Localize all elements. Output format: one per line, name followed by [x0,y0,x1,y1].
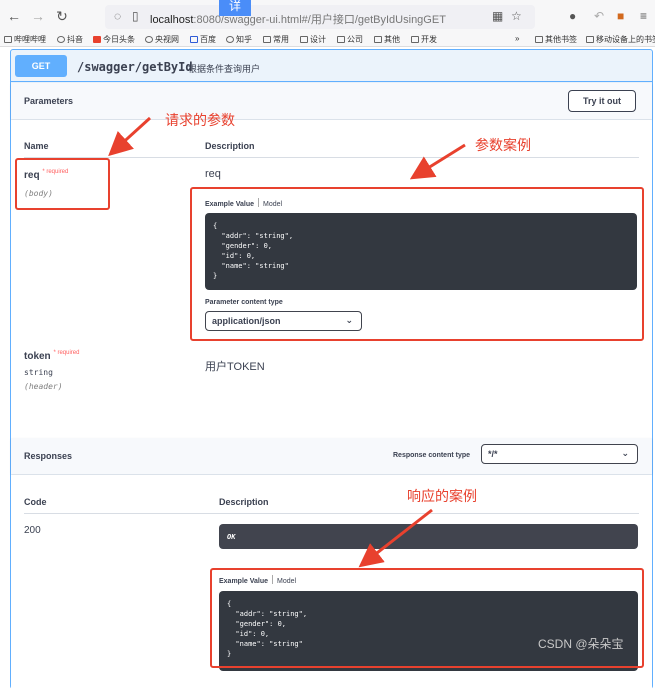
folder-icon [535,36,543,43]
response-example-highlight [210,568,644,668]
param-token-name: token * required [24,350,80,362]
chevron-down-icon: ⌄ [621,448,629,458]
bookmark-item[interactable]: 抖音 [57,34,83,45]
nav-bar: ← → ↻ ◌ ▯ localhost:8080/swagger-ui.html… [0,0,655,32]
required-marker: * required [53,350,80,356]
responses-title: Responses [24,451,73,461]
annotation-param-example: 参数案例 [475,137,531,153]
operation-summary[interactable]: GET /swagger/getById 根据条件查询用户 [11,50,652,82]
responses-header: Responses Response content type */* ⌄ [11,438,652,474]
folder-icon [374,36,382,43]
response-description-box: OK [219,524,638,549]
page-icon: ▯ [132,9,139,23]
bookmark-folder[interactable]: 设计 [300,34,326,45]
news-icon [93,36,101,43]
response-ok-text: OK [227,533,236,541]
url-text[interactable]: localhost:8080/swagger-ui.html#/用户接口/get… [150,11,446,27]
globe-icon [145,36,153,43]
back-icon[interactable]: ← [6,8,22,24]
overlay-badge: 详 [219,0,251,16]
req-param-highlight [15,158,110,210]
header-divider [24,513,639,514]
bookmarks-bar: 哔哩哔哩 抖音 今日头条 央视网 百度 知乎 常用 设计 公司 其他 开发 » … [0,32,655,47]
col-response-description-header: Description [219,497,269,507]
bookmark-folder[interactable]: 公司 [337,34,363,45]
header-divider [24,157,639,158]
response-code: 200 [24,525,41,536]
bookmark-folder[interactable]: 常用 [263,34,289,45]
annotation-request-params: 请求的参数 [165,112,235,128]
param-example-highlight [190,187,644,341]
parameters-title: Parameters [24,96,74,106]
star-icon[interactable]: ☆ [511,9,522,23]
operation-summary-text: 根据条件查询用户 [188,64,261,74]
url-host: localhost [150,14,194,26]
qr-icon[interactable]: ▦ [492,9,503,23]
bookmark-folder[interactable]: 其他 [374,34,400,45]
globe-icon [226,36,234,43]
menu-icon[interactable]: ≡ [640,9,647,23]
response-content-type-select[interactable]: */* ⌄ [481,444,638,464]
operation-path: /swagger/getById [77,60,193,74]
param-token-description: 用户TOKEN [205,361,265,373]
forward-icon[interactable]: → [30,8,46,24]
response-content-type-label: Response content type [393,452,471,459]
bookmark-folder[interactable]: 开发 [411,34,437,45]
try-it-out-button[interactable]: Try it out [568,90,636,112]
param-token-type: string [24,368,53,377]
method-badge: GET [15,55,67,77]
col-code-header: Code [24,497,47,507]
extension-icon[interactable]: ● [569,9,576,23]
addon-icon[interactable]: ■ [617,9,624,23]
reload-icon[interactable]: ↻ [54,8,70,25]
bookmark-folder[interactable]: 移动设备上的书签 [586,34,655,45]
col-description-header: Description [205,141,255,151]
globe-icon [57,36,65,43]
bookmark-item[interactable]: 今日头条 [93,34,135,45]
folder-icon [337,36,345,43]
annotation-response-example: 响应的案例 [407,488,477,504]
undo-icon[interactable]: ↶ [594,9,604,23]
bookmark-item[interactable]: 知乎 [226,34,252,45]
tv-icon [4,36,12,43]
bookmark-item[interactable]: 央视网 [145,34,179,45]
bookmark-item[interactable]: 百度 [190,34,216,45]
folder-icon [300,36,308,43]
mobile-icon [586,36,594,43]
bookmark-folder[interactable]: 其他书签 [535,34,577,45]
watermark: CSDN @朵朵宝 [538,637,624,651]
browser-chrome: ← → ↻ ◌ ▯ localhost:8080/swagger-ui.html… [0,0,655,47]
chevron-right-icon[interactable]: » [515,34,519,43]
param-token-in: (header) [24,382,63,391]
folder-icon [263,36,271,43]
col-name-header: Name [24,141,49,151]
bookmark-item[interactable]: 哔哩哔哩 [4,34,46,45]
parameters-header: Parameters Try it out [11,83,652,119]
folder-icon [411,36,419,43]
param-req-description: req [205,168,221,180]
paw-icon [190,36,198,43]
shield-icon[interactable]: ◌ [114,9,121,23]
